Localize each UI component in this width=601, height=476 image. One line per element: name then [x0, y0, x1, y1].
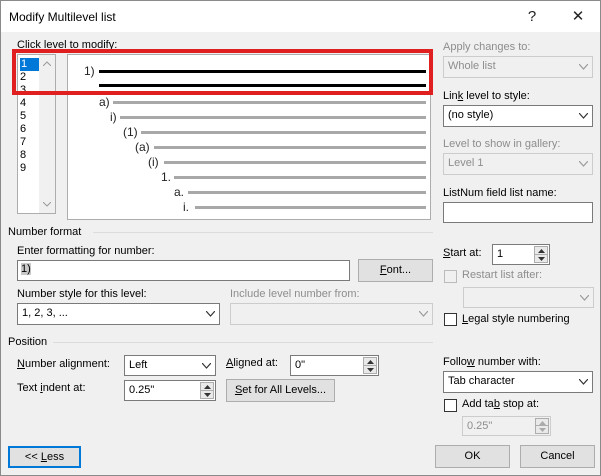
- spin-down-icon[interactable]: [363, 365, 377, 374]
- number-format-section-label: Number format: [8, 226, 82, 238]
- dialog-title: Modify Multilevel list: [9, 10, 116, 24]
- position-section-label: Position: [8, 336, 48, 348]
- help-button[interactable]: ?: [510, 1, 554, 32]
- start-at-label: Start at:: [443, 247, 482, 259]
- listnum-label: ListNum field list name:: [443, 187, 557, 199]
- spin-down-icon[interactable]: [534, 254, 548, 263]
- follow-number-combo[interactable]: Tab character: [443, 371, 593, 393]
- number-alignment-combo[interactable]: Left: [124, 355, 216, 376]
- preview-label-7: 1.: [161, 170, 172, 184]
- include-level-label: Include level number from:: [230, 288, 360, 300]
- preview-label-4: (1): [123, 125, 138, 139]
- chevron-down-icon: [202, 304, 219, 324]
- aligned-at-label: Aligned at:: [226, 357, 278, 369]
- close-button[interactable]: ✕: [556, 1, 600, 32]
- chevron-down-icon: [575, 57, 592, 77]
- ok-button[interactable]: OK: [435, 445, 510, 468]
- spin-down-icon[interactable]: [200, 390, 214, 399]
- level-1-highlight-box: [12, 49, 433, 95]
- chevron-down-icon: [415, 304, 432, 324]
- add-tab-stop-checkbox[interactable]: [444, 399, 457, 412]
- preview-line-4: [141, 131, 426, 134]
- level-item-6[interactable]: 6: [20, 123, 26, 136]
- preview-label-6: (i): [148, 155, 159, 169]
- restart-list-combo[interactable]: [463, 287, 594, 308]
- position-divider: [53, 342, 433, 343]
- enter-formatting-label: Enter formatting for number:: [17, 245, 155, 257]
- apply-changes-combo[interactable]: Whole list: [443, 56, 593, 78]
- number-format-divider: [93, 232, 433, 233]
- level-item-7[interactable]: 7: [20, 136, 26, 149]
- preview-label-8: a.: [174, 185, 185, 199]
- chevron-down-icon: [575, 154, 592, 174]
- level-item-5[interactable]: 5: [20, 110, 26, 123]
- formatting-input[interactable]: 1): [17, 260, 350, 281]
- preview-label-9: i.: [183, 200, 189, 214]
- preview-label-3: i): [110, 110, 117, 124]
- chevron-down-icon: [198, 356, 215, 375]
- number-alignment-label: Number alignment:: [17, 358, 110, 370]
- legal-style-checkbox[interactable]: [444, 313, 457, 326]
- level-item-9[interactable]: 9: [20, 162, 26, 175]
- restart-list-label: Restart list after:: [462, 269, 543, 281]
- chevron-down-icon: [575, 106, 592, 126]
- add-tab-stop-spinner[interactable]: 0.25": [462, 416, 551, 436]
- preview-line-7: [174, 176, 426, 179]
- level-item-4[interactable]: 4: [20, 97, 26, 110]
- preview-line-6: [164, 161, 426, 164]
- start-at-spinner[interactable]: 1: [492, 244, 550, 265]
- add-tab-stop-label: Add tab stop at:: [462, 398, 540, 410]
- link-level-combo[interactable]: (no style): [443, 105, 593, 127]
- preview-line-3: [120, 116, 426, 119]
- text-indent-label: Text indent at:: [17, 382, 86, 394]
- legal-style-label: Legal style numbering: [462, 313, 570, 325]
- title-bar: Modify Multilevel list ? ✕: [1, 1, 600, 32]
- set-all-levels-button[interactable]: Set for All Levels...: [226, 379, 335, 402]
- preview-label-2: a): [99, 95, 110, 109]
- number-field-shading: 1): [21, 263, 31, 275]
- preview-line-9: [195, 206, 426, 209]
- aligned-at-spinner[interactable]: 0": [290, 355, 379, 376]
- include-level-combo[interactable]: [230, 303, 433, 325]
- modify-multilevel-list-dialog: Modify Multilevel list ? ✕ Click level t…: [0, 0, 601, 476]
- restart-list-checkbox[interactable]: [444, 270, 457, 283]
- preview-label-5: (a): [135, 140, 150, 154]
- number-style-combo[interactable]: 1, 2, 3, ...: [17, 303, 220, 325]
- scroll-down-icon[interactable]: [43, 202, 51, 207]
- cancel-button[interactable]: Cancel: [520, 445, 595, 468]
- preview-line-5: [154, 146, 426, 149]
- font-button[interactable]: Font...: [358, 259, 433, 282]
- level-item-8[interactable]: 8: [20, 149, 26, 162]
- number-style-label: Number style for this level:: [17, 288, 147, 300]
- chevron-down-icon: [576, 288, 593, 307]
- preview-line-8: [188, 191, 426, 194]
- level-gallery-combo[interactable]: Level 1: [443, 153, 593, 175]
- preview-line-2: [113, 101, 426, 104]
- listnum-input[interactable]: [443, 202, 593, 223]
- apply-changes-label: Apply changes to:: [443, 41, 531, 53]
- link-level-label: Link level to style:: [443, 90, 530, 102]
- spin-down-icon[interactable]: [535, 425, 549, 434]
- text-indent-spinner[interactable]: 0.25": [124, 380, 216, 401]
- chevron-down-icon: [575, 372, 592, 392]
- level-gallery-label: Level to show in gallery:: [443, 138, 561, 150]
- less-button[interactable]: << Less: [8, 446, 81, 468]
- follow-number-label: Follow number with:: [443, 356, 541, 368]
